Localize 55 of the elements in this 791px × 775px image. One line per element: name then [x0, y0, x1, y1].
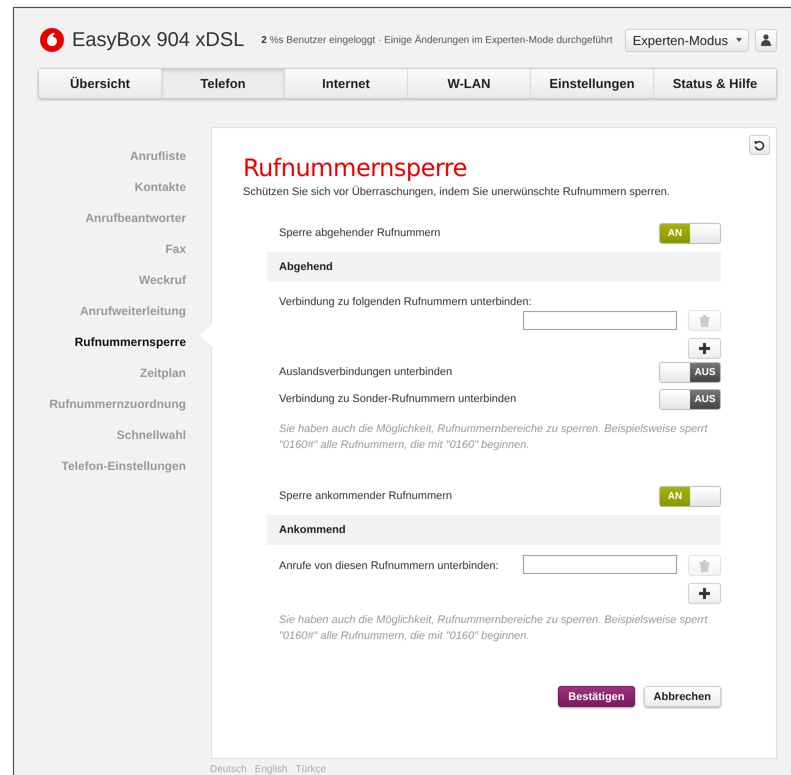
- section-heading: Abgehend: [267, 252, 721, 282]
- plus-icon: [699, 588, 710, 599]
- sidebar-item[interactable]: Rufnummernsperre: [74, 334, 186, 365]
- logo-icon: [40, 28, 64, 52]
- mode-dropdown[interactable]: Experten-Modus: [624, 28, 749, 52]
- product-name: EasyBox 904 xDSL: [72, 28, 244, 52]
- language-link[interactable]: English: [254, 764, 288, 775]
- field-label: Anrufe von diesen Rufnummern unterbinden:: [279, 560, 499, 572]
- language-link[interactable]: Deutsch: [210, 764, 247, 775]
- number-input-field[interactable]: [523, 555, 677, 574]
- nav-tab[interactable]: Status & Hilfe: [653, 69, 776, 98]
- add-button[interactable]: [688, 338, 721, 359]
- trash-icon: [699, 560, 710, 572]
- sidebar-item[interactable]: Kontakte: [134, 179, 186, 210]
- sidebar-item[interactable]: Weckruf: [138, 272, 186, 303]
- caret-icon: [736, 38, 742, 42]
- trash-icon: [699, 314, 710, 326]
- page-intro: Schützen Sie sich vor Überraschungen, indem Sie unerwünschte Rufnummern sperren.: [243, 186, 671, 198]
- confirm-button[interactable]: Bestätigen: [558, 686, 635, 707]
- hint-text: Sie haben auch die Möglichkeit, Rufnummernbereiche zu sperren. Beispielsweise sperrt "0160#" alle Rufnummern, die mit "0160" beginnen.: [279, 422, 709, 453]
- sidebar-item[interactable]: Telefon-Einstellungen: [62, 458, 186, 489]
- user-icon: [760, 34, 772, 46]
- sidebar-item[interactable]: Rufnummernzuordnung: [49, 396, 186, 427]
- toggle-switch[interactable]: AN: [659, 222, 721, 244]
- nav-tab[interactable]: Übersicht: [39, 69, 161, 98]
- add-button[interactable]: [688, 583, 721, 604]
- plus-icon: [699, 343, 710, 354]
- option-label: Auslandsverbindungen unterbinden: [279, 366, 452, 378]
- field-label: Verbindung zu folgenden Rufnummern unterbinden:: [279, 296, 532, 308]
- sidebar-item[interactable]: Zeitplan: [140, 365, 186, 396]
- sidebar-item[interactable]: Anrufweiterleitung: [80, 303, 186, 334]
- user-button[interactable]: [755, 28, 777, 52]
- toggle-switch[interactable]: AUS: [659, 388, 721, 410]
- sidebar-item[interactable]: Anrufliste: [130, 148, 186, 179]
- page-title: Rufnummernsperre: [243, 154, 468, 182]
- toggle-switch[interactable]: AN: [659, 486, 721, 506]
- sidebar-item[interactable]: Anrufbeantworter: [85, 210, 186, 241]
- number-input-field[interactable]: [523, 311, 677, 330]
- toggle-switch[interactable]: AUS: [659, 362, 721, 382]
- sidebar-item[interactable]: Schnellwahl: [116, 427, 186, 458]
- sidebar-item[interactable]: Fax: [165, 241, 186, 272]
- nav-tab[interactable]: Telefon: [161, 69, 284, 98]
- reset-button[interactable]: [749, 135, 770, 155]
- nav-tab[interactable]: Internet: [284, 69, 407, 98]
- hint-text: Sie haben auch die Möglichkeit, Rufnummernbereiche zu sperren. Beispielsweise sperrt "0160#" alle Rufnummern, die mit "0160" beginnen.: [279, 613, 709, 644]
- toggle-label: Sperre ankommender Rufnummern: [279, 490, 452, 502]
- nav-tab[interactable]: Einstellungen: [530, 69, 653, 98]
- nav-tab[interactable]: W-LAN: [407, 69, 530, 98]
- undo-icon: [754, 140, 765, 150]
- cancel-button[interactable]: Abbrechen: [644, 686, 721, 707]
- language-link[interactable]: Türkçe: [296, 764, 326, 775]
- section-heading: Ankommend: [267, 515, 721, 545]
- login-status: 2 %s Benutzer eingeloggt · Einige Änderungen im Experten-Mode durchgeführt: [261, 34, 613, 46]
- option-label: Verbindung zu Sonder-Rufnummern unterbinden: [279, 393, 516, 405]
- toggle-label: Sperre abgehender Rufnummern: [279, 227, 440, 239]
